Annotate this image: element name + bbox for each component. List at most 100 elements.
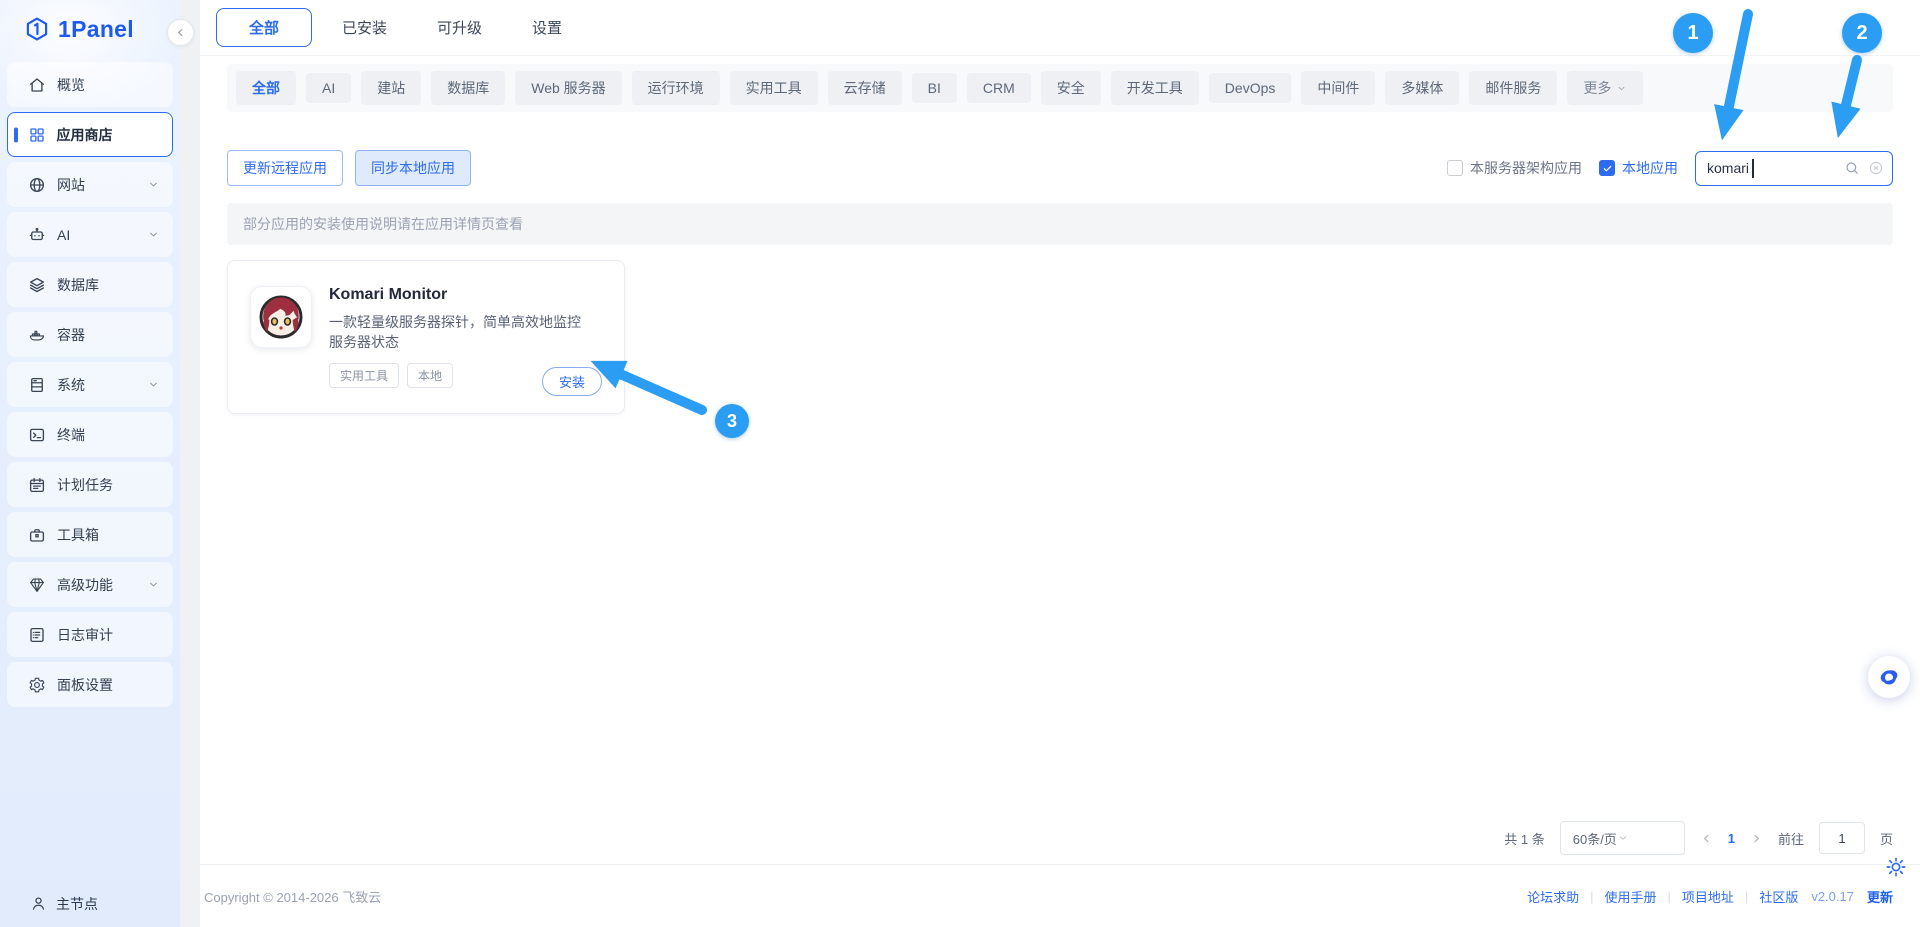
category-chip-ai[interactable]: AI [306, 73, 351, 103]
app-card-komari[interactable]: Komari Monitor 一款轻量级服务器探针，简单高效地监控服务器状态 实… [227, 260, 625, 414]
page-suffix-label: 页 [1880, 829, 1893, 848]
checkbox-checked-icon [1599, 160, 1615, 176]
appstore-toolbar: 更新远程应用 同步本地应用 本服务器架构应用 本地应用 [227, 150, 1893, 186]
arch-filter-checkbox[interactable]: 本服务器架构应用 [1447, 158, 1582, 178]
sidebar-collapse-button[interactable] [167, 19, 194, 46]
app-tag: 实用工具 [329, 363, 399, 388]
chevron-down-icon [1616, 83, 1627, 94]
page-footer: Copyright © 2014-2026 飞致云 论坛求助 | 使用手册 | … [204, 865, 1893, 927]
update-link[interactable]: 更新 [1867, 887, 1893, 906]
docker-whale-icon [28, 326, 46, 344]
main-content: 全部 已安装 可升级 设置 全部 AI 建站 数据库 Web 服务器 运行环境 … [200, 0, 1920, 927]
chevron-down-icon [147, 578, 160, 591]
sidebar-gutter [180, 0, 200, 927]
version-label: v2.0.17 [1811, 889, 1854, 904]
search-icon[interactable] [1844, 160, 1860, 176]
step-badge-1: 1 [1673, 13, 1713, 53]
layers-icon [28, 276, 46, 294]
sidebar-item-settings[interactable]: 面板设置 [7, 662, 173, 707]
terminal-icon [28, 426, 46, 444]
clear-search-icon[interactable] [1868, 160, 1884, 176]
sidebar-item-container[interactable]: 容器 [7, 312, 173, 357]
chevron-left-icon [174, 26, 187, 39]
category-chip-media[interactable]: 多媒体 [1385, 71, 1459, 105]
category-chip-webserver[interactable]: Web 服务器 [515, 71, 621, 105]
sidebar-item-cronjob[interactable]: 计划任务 [7, 462, 173, 507]
user-icon [30, 895, 47, 912]
sidebar-item-toolbox[interactable]: 工具箱 [7, 512, 173, 557]
goto-page-input[interactable] [1819, 822, 1865, 854]
category-chip-devops[interactable]: DevOps [1209, 73, 1292, 103]
sidebar-item-terminal[interactable]: 终端 [7, 412, 173, 457]
copyright-text: Copyright © 2014-2026 飞致云 [204, 887, 381, 906]
app-description: 一款轻量级服务器探针，简单高效地监控服务器状态 [329, 312, 581, 353]
category-chip-mail[interactable]: 邮件服务 [1469, 71, 1557, 105]
forum-help-link[interactable]: 论坛求助 [1527, 887, 1579, 906]
category-chip-cloudstorage[interactable]: 云存储 [828, 71, 902, 105]
sidebar: 1Panel 概览 应用商店 网站 AI [0, 0, 180, 927]
globe-icon [28, 176, 46, 194]
floating-assistant-button[interactable] [1868, 656, 1910, 698]
page-size-select[interactable]: 60条/页 [1560, 821, 1685, 855]
app-tag: 本地 [407, 363, 453, 388]
app-title: Komari Monitor [329, 286, 604, 304]
node-selector[interactable]: 主节点 [0, 880, 180, 927]
chevron-down-icon [1617, 832, 1629, 844]
category-chip-more[interactable]: 更多 [1567, 71, 1643, 105]
log-list-icon [28, 626, 46, 644]
ring-logo-icon [1877, 665, 1901, 689]
sun-theme-icon[interactable] [1885, 856, 1907, 878]
category-chip-database[interactable]: 数据库 [431, 71, 505, 105]
project-link[interactable]: 项目地址 [1682, 887, 1734, 906]
tab-upgradable[interactable]: 可升级 [417, 8, 502, 47]
prev-page-button[interactable] [1700, 832, 1713, 845]
next-page-button[interactable] [1750, 832, 1763, 845]
grid-icon [28, 126, 46, 144]
tab-settings[interactable]: 设置 [512, 8, 582, 47]
info-banner: 部分应用的安装使用说明请在应用详情页查看 [227, 203, 1893, 245]
calendar-icon [28, 476, 46, 494]
sidebar-item-overview[interactable]: 概览 [7, 62, 173, 107]
appstore-tabbar: 全部 已安装 可升级 设置 [200, 0, 1920, 56]
node-label: 主节点 [56, 894, 98, 914]
goto-label: 前往 [1778, 829, 1804, 848]
brand-name: 1Panel [58, 16, 134, 43]
robot-icon [28, 226, 46, 244]
sidebar-item-logs[interactable]: 日志审计 [7, 612, 173, 657]
sidebar-item-database[interactable]: 数据库 [7, 262, 173, 307]
local-apps-filter-checkbox[interactable]: 本地应用 [1599, 158, 1678, 178]
category-chip-tools[interactable]: 实用工具 [730, 71, 818, 105]
pagination-bar: 共 1 条 60条/页 1 前往 页 [1504, 821, 1893, 855]
text-caret [1752, 159, 1754, 178]
footer-links: 论坛求助 | 使用手册 | 项目地址 | 社区版 v2.0.17 更新 [1527, 887, 1893, 906]
sidebar-item-website[interactable]: 网站 [7, 162, 173, 207]
user-manual-link[interactable]: 使用手册 [1605, 887, 1657, 906]
category-chip-all[interactable]: 全部 [236, 71, 296, 105]
sidebar-item-ai[interactable]: AI [7, 212, 173, 257]
sidebar-item-system[interactable]: 系统 [7, 362, 173, 407]
chevron-down-icon [147, 228, 160, 241]
sync-local-apps-button[interactable]: 同步本地应用 [355, 150, 471, 186]
category-chip-security[interactable]: 安全 [1041, 71, 1101, 105]
category-chip-crm[interactable]: CRM [967, 73, 1031, 103]
brand-logo[interactable]: 1Panel [0, 0, 180, 58]
install-button[interactable]: 安装 [542, 367, 602, 396]
app-search-box [1695, 151, 1893, 186]
update-remote-apps-button[interactable]: 更新远程应用 [227, 150, 343, 186]
category-chip-middleware[interactable]: 中间件 [1301, 71, 1375, 105]
diamond-icon [28, 576, 46, 594]
sidebar-item-advanced[interactable]: 高级功能 [7, 562, 173, 607]
toolbox-icon [28, 526, 46, 544]
category-chip-bi[interactable]: BI [912, 73, 957, 103]
tab-installed[interactable]: 已安装 [322, 8, 407, 47]
sidebar-item-appstore[interactable]: 应用商店 [7, 112, 173, 157]
category-chip-website[interactable]: 建站 [361, 71, 421, 105]
step-badge-3: 3 [715, 404, 749, 438]
current-page-button[interactable]: 1 [1728, 831, 1735, 846]
tab-all[interactable]: 全部 [216, 8, 312, 47]
1panel-app: 1Panel 概览 应用商店 网站 AI [0, 0, 1920, 927]
category-chip-runtime[interactable]: 运行环境 [632, 71, 720, 105]
category-chip-devtools[interactable]: 开发工具 [1111, 71, 1199, 105]
step-badge-2: 2 [1842, 13, 1882, 53]
pagination-total: 共 1 条 [1504, 829, 1544, 848]
